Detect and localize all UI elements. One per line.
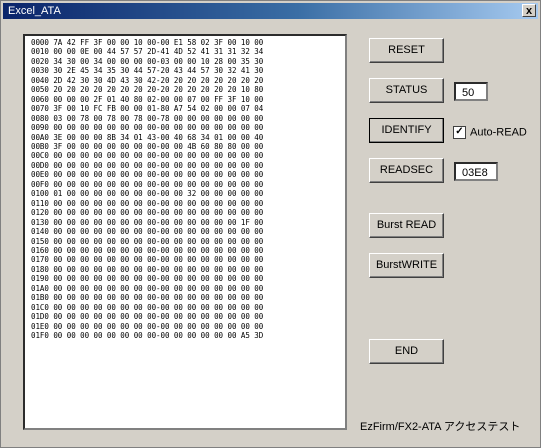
status-button-label: STATUS — [385, 84, 428, 96]
dump-line: 0080 03 00 78 00 78 00 78 00-78 00 00 00… — [31, 113, 264, 123]
dump-line: 01B0 00 00 00 00 00 00 00 00-00 00 00 00… — [31, 293, 264, 303]
reset-button[interactable]: RESET — [369, 38, 444, 63]
end-button-label: END — [394, 345, 419, 357]
dump-line: 0010 00 00 0E 00 44 57 57 2D-41 4D 52 41… — [31, 47, 264, 57]
burst-read-button[interactable]: Burst READ — [369, 213, 444, 238]
identify-button-label: IDENTIFY — [381, 124, 432, 136]
burst-read-button-label: Burst READ — [376, 219, 437, 231]
dump-line: 0190 00 00 00 00 00 00 00 00-00 00 00 00… — [31, 274, 264, 284]
dump-line: 00E0 00 00 00 00 00 00 00 00-00 00 00 00… — [31, 170, 264, 180]
dump-line: 0120 00 00 00 00 00 00 00 00-00 00 00 00… — [31, 208, 264, 218]
burst-write-button[interactable]: BurstWRITE — [369, 253, 444, 278]
dump-line: 0130 00 00 00 00 00 00 00 00-00 00 00 00… — [31, 217, 264, 227]
dump-line: 00F0 00 00 00 00 00 00 00 00-00 00 00 00… — [31, 179, 264, 189]
dump-line: 00A0 3E 00 00 00 8B 34 01 43-00 40 68 34… — [31, 132, 264, 142]
auto-read-checkbox[interactable]: ✓ Auto-READ — [453, 126, 527, 139]
close-icon: x — [525, 5, 533, 17]
sector-value-text: 03E8 — [462, 167, 488, 179]
dump-line: 0180 00 00 00 00 00 00 00 00-00 00 00 00… — [31, 264, 264, 274]
dump-line: 00D0 00 00 00 00 00 00 00 00-00 00 00 00… — [31, 160, 264, 170]
end-button[interactable]: END — [369, 339, 444, 364]
window-title: Excel_ATA — [8, 5, 61, 17]
dump-line: 01D0 00 00 00 00 00 00 00 00-00 00 00 00… — [31, 312, 264, 322]
sector-value-field[interactable]: 03E8 — [454, 162, 498, 181]
title-bar: Excel_ATA x — [3, 3, 538, 19]
footer-caption: EzFirm/FX2-ATA アクセステスト — [360, 421, 521, 433]
status-button[interactable]: STATUS — [369, 78, 444, 103]
dump-line: 0170 00 00 00 00 00 00 00 00-00 00 00 00… — [31, 255, 264, 265]
dump-line: 00B0 3F 00 00 00 00 00 00 00-00 00 4B 60… — [31, 141, 264, 151]
readsec-button[interactable]: READSEC — [369, 158, 444, 183]
dump-line: 0160 00 00 00 00 00 00 00 00-00 00 00 00… — [31, 245, 264, 255]
dump-line: 0070 3F 00 10 FC FB 00 00 01-80 A7 54 02… — [31, 104, 264, 114]
dump-line: 0090 00 00 00 00 00 00 00 00-00 00 00 00… — [31, 123, 264, 133]
close-button[interactable]: x — [522, 4, 536, 17]
dump-line: 0110 00 00 00 00 00 00 00 00-00 00 00 00… — [31, 198, 264, 208]
status-value-text: 50 — [462, 87, 475, 99]
dump-line: 0150 00 00 00 00 00 00 00 00-00 00 00 00… — [31, 236, 264, 246]
dump-line: 0020 34 30 00 34 00 00 00 00-03 00 00 10… — [31, 56, 264, 66]
identify-button[interactable]: IDENTIFY — [369, 118, 444, 143]
auto-read-label: Auto-READ — [470, 126, 527, 139]
dump-line: 0060 00 00 00 2F 01 40 80 02-00 00 07 00… — [31, 94, 264, 104]
dump-line: 0000 7A 42 FF 3F 00 00 10 00-00 E1 58 02… — [31, 38, 264, 47]
status-value-field[interactable]: 50 — [454, 82, 488, 101]
dump-line: 0050 20 20 20 20 20 20 20 20-20 20 20 20… — [31, 85, 264, 95]
dump-line: 01F0 00 00 00 00 00 00 00 00-00 00 00 00… — [31, 331, 264, 341]
dump-line: 0040 2D 42 30 30 4D 43 30 42-20 20 20 20… — [31, 75, 264, 85]
dump-line: 0100 01 00 00 00 00 00 00 00-00 00 32 00… — [31, 189, 264, 199]
dump-line: 00C0 00 00 00 00 00 00 00 00-00 00 00 00… — [31, 151, 264, 161]
readsec-button-label: READSEC — [379, 164, 434, 176]
dump-line: 0140 00 00 00 00 00 00 00 00-00 00 00 00… — [31, 227, 264, 237]
checkbox-check-icon[interactable]: ✓ — [453, 126, 466, 139]
dump-line: 01A0 00 00 00 00 00 00 00 00-00 00 00 00… — [31, 283, 264, 293]
hex-dump-listbox[interactable]: 0000 7A 42 FF 3F 00 00 10 00-00 E1 58 02… — [23, 34, 347, 430]
reset-button-label: RESET — [388, 44, 425, 56]
dump-line: 0030 30 2E 45 34 35 30 44 57-20 43 44 57… — [31, 66, 264, 76]
dump-line: 01C0 00 00 00 00 00 00 00 00-00 00 00 00… — [31, 302, 264, 312]
app-window: Excel_ATA x 0000 7A 42 FF 3F 00 00 10 00… — [0, 0, 541, 448]
dump-line: 01E0 00 00 00 00 00 00 00 00-00 00 00 00… — [31, 321, 264, 331]
burst-write-button-label: BurstWRITE — [375, 259, 438, 271]
